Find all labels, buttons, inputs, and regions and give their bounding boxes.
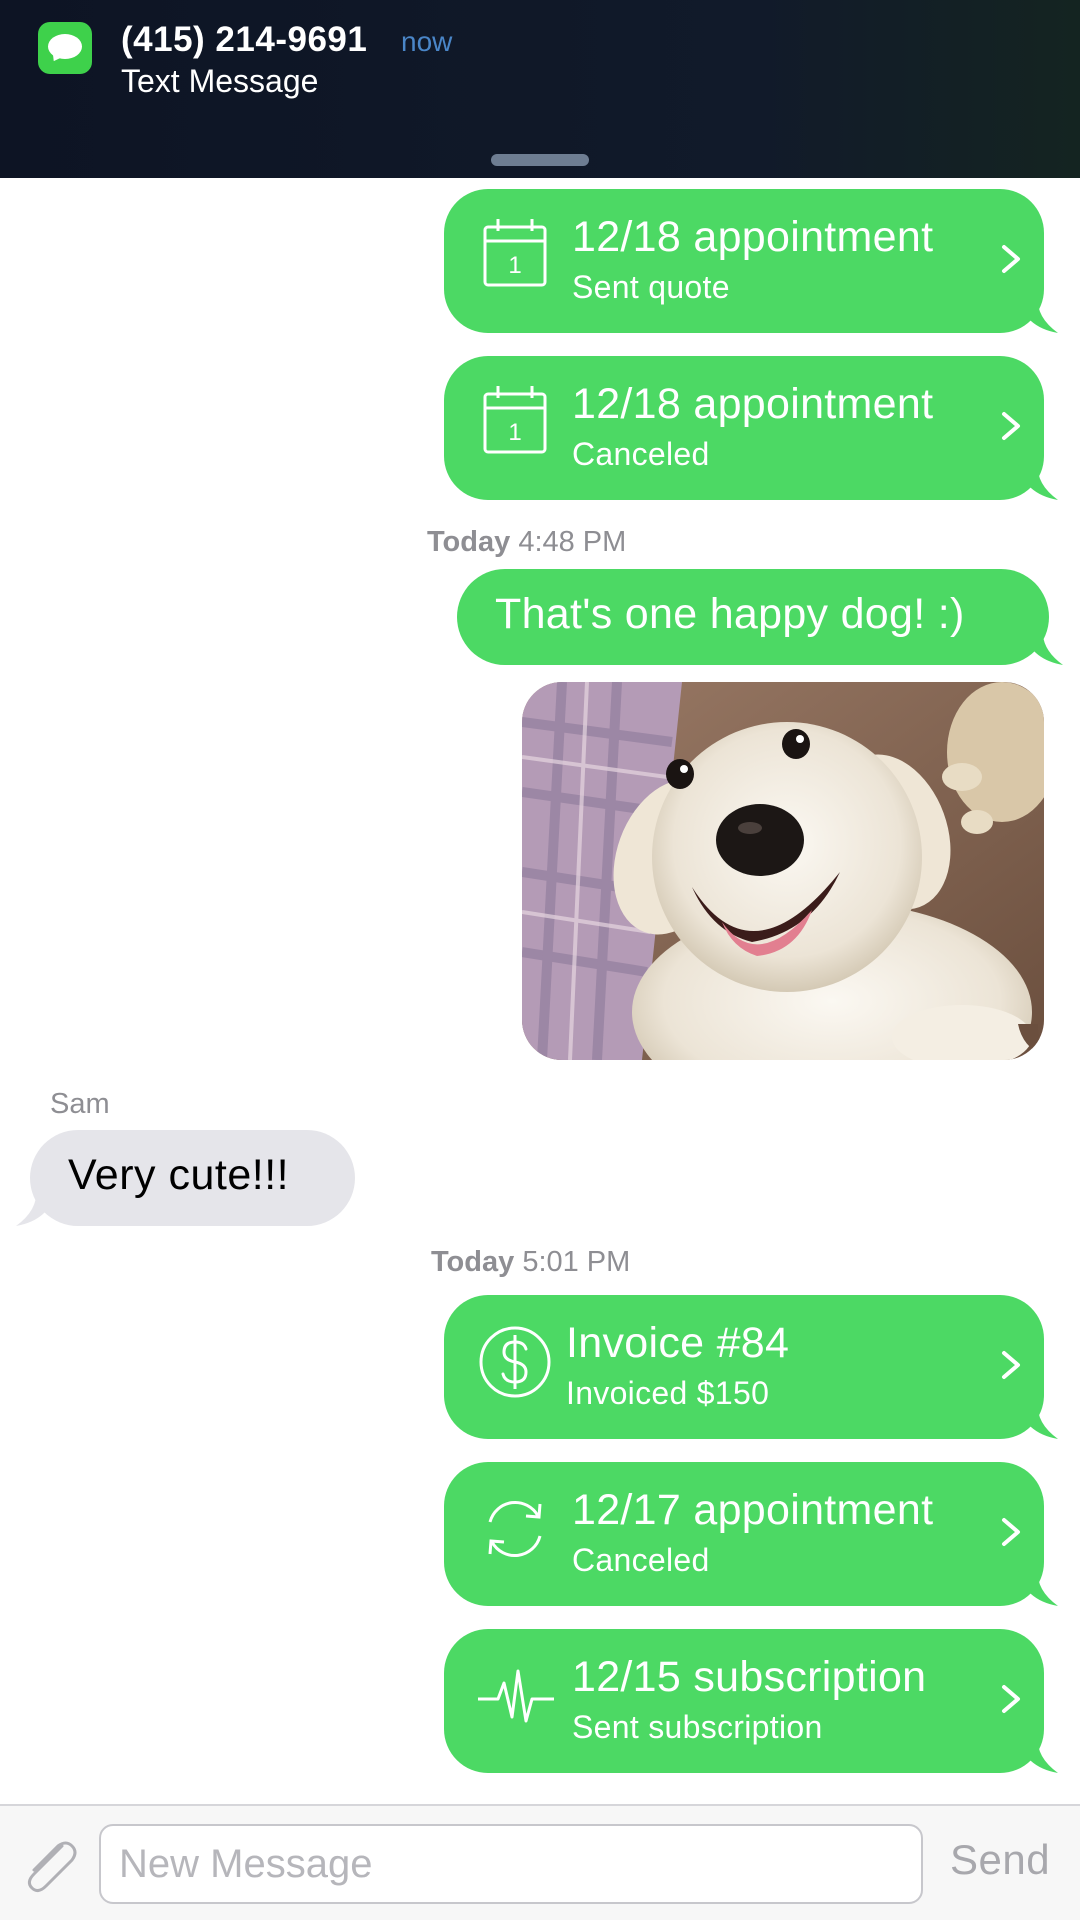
dollar-icon: [479, 1326, 551, 1398]
card-title: 12/18 appointment: [572, 213, 934, 261]
chevron-right-icon: [1002, 1518, 1020, 1546]
svg-text:1: 1: [508, 252, 521, 279]
appointment-card[interactable]: 1 12/18 appointment Sent quote: [444, 189, 1058, 333]
message-timestamp: Today 5:01 PM: [431, 1246, 631, 1278]
bubble-tail: [1023, 629, 1063, 665]
message-input[interactable]: [99, 1824, 923, 1904]
svg-text:1: 1: [508, 419, 521, 446]
paperclip-icon[interactable]: [18, 1832, 82, 1896]
chevron-right-icon: [1002, 1685, 1020, 1713]
bubble-tail: [1018, 297, 1058, 333]
calendar-icon: 1: [483, 386, 547, 454]
message-timestamp: Today 4:48 PM: [427, 526, 627, 558]
notification-sender: (415) 214-9691: [121, 20, 368, 59]
dog-photo[interactable]: [522, 682, 1044, 1060]
card-subtitle: Canceled: [572, 1542, 710, 1578]
card-subtitle: Sent quote: [572, 269, 730, 305]
card-title: Invoice #84: [566, 1319, 790, 1367]
card-title: 12/15 subscription: [572, 1653, 927, 1701]
bubble-tail: [16, 1190, 56, 1226]
message-text: Very cute!!!: [68, 1151, 290, 1199]
refresh-icon: [488, 1500, 542, 1558]
banner-drag-handle[interactable]: [491, 154, 589, 166]
invoice-card[interactable]: Invoice #84 Invoiced $150: [444, 1295, 1058, 1439]
send-button[interactable]: Send: [950, 1836, 1050, 1884]
card-subtitle: Invoiced $150: [566, 1375, 770, 1411]
outgoing-message-bubble[interactable]: That's one happy dog! :): [457, 569, 1063, 665]
appointment-card[interactable]: 1 12/18 appointment Canceled: [444, 356, 1058, 500]
card-title: 12/17 appointment: [572, 1486, 934, 1534]
bubble-tail: [1018, 1570, 1058, 1606]
messages-icon: [38, 22, 92, 74]
chevron-right-icon: [1002, 412, 1020, 440]
chevron-right-icon: [1002, 1351, 1020, 1379]
chevron-right-icon: [1002, 245, 1020, 273]
incoming-message-bubble[interactable]: Very cute!!!: [16, 1130, 355, 1226]
message-text: That's one happy dog! :): [495, 590, 965, 638]
card-subtitle: Canceled: [572, 436, 710, 472]
appointment-card[interactable]: 12/17 appointment Canceled: [444, 1462, 1058, 1606]
notification-banner[interactable]: (415) 214-9691 now Text Message: [0, 0, 1080, 178]
pulse-icon: [478, 1669, 554, 1723]
subscription-card[interactable]: 12/15 subscription Sent subscription: [444, 1629, 1058, 1773]
bubble-tail: [1018, 1403, 1058, 1439]
card-title: 12/18 appointment: [572, 380, 934, 428]
notification-time: now: [401, 26, 453, 57]
calendar-icon: 1: [483, 219, 547, 287]
bubble-tail: [1018, 464, 1058, 500]
card-subtitle: Sent subscription: [572, 1709, 823, 1745]
sender-name: Sam: [50, 1088, 110, 1120]
message-composer: Send: [0, 1804, 1080, 1920]
bubble-tail: [1018, 1024, 1044, 1056]
notification-subtitle: Text Message: [121, 63, 319, 99]
bubble-tail: [1018, 1737, 1058, 1773]
